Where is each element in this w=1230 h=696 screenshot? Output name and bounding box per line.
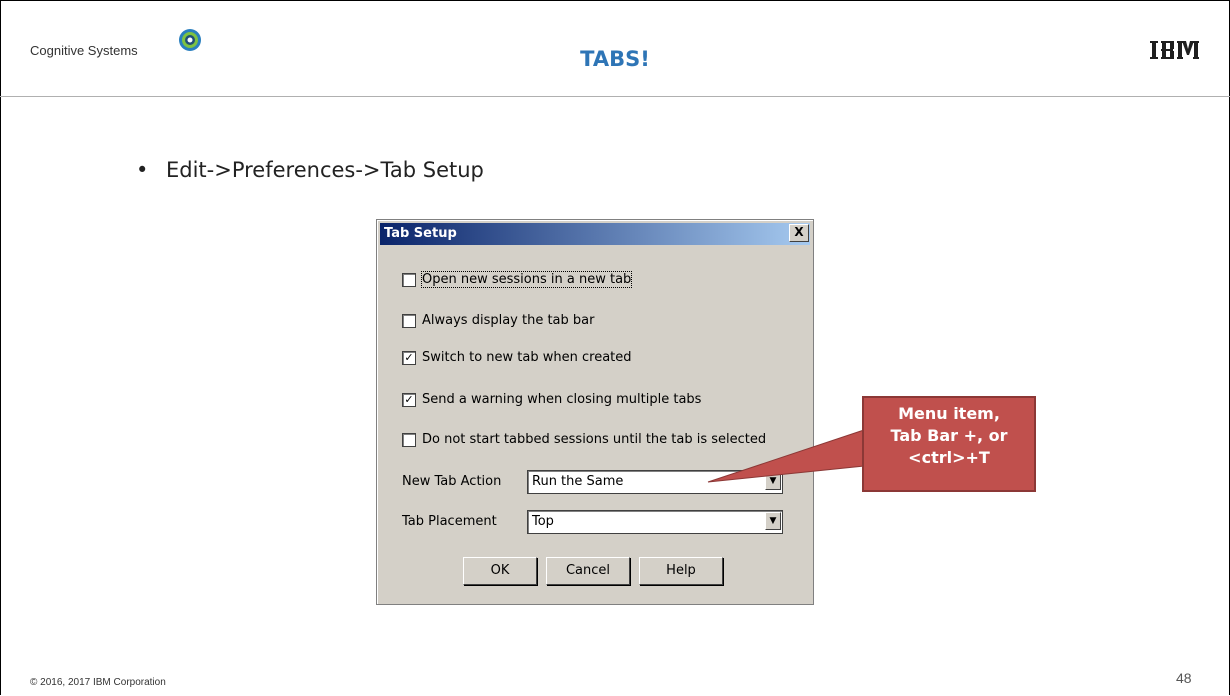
copyright: © 2016, 2017 IBM Corporation (30, 677, 166, 688)
page-title: TABS! (580, 47, 650, 71)
checkmark-icon: ✓ (404, 393, 414, 406)
dialog-title: Tab Setup (384, 226, 457, 241)
bullet-dot: • (136, 158, 149, 182)
close-icon: X (794, 225, 804, 239)
tab-placement-select[interactable]: Top ▼ (527, 510, 783, 534)
callout-box: Menu item, Tab Bar +, or <ctrl>+T (862, 396, 1036, 492)
checkbox-box[interactable] (402, 433, 416, 447)
callout-line-1: Menu item, (898, 404, 1000, 423)
checkbox-box[interactable] (402, 314, 416, 328)
callout-line-3: <ctrl>+T (908, 448, 990, 467)
cancel-button[interactable]: Cancel (546, 557, 630, 585)
checkbox-label: Send a warning when closing multiple tab… (422, 392, 702, 407)
chevron-down-icon[interactable]: ▼ (765, 512, 781, 530)
checkbox-label: Open new sessions in a new tab (420, 271, 633, 288)
checkbox-box[interactable]: ✓ (402, 351, 416, 365)
callout-pointer (707, 429, 865, 483)
page-number: 48 (1176, 670, 1192, 686)
select-value: Top (532, 514, 554, 529)
bullet-text: Edit->Preferences->Tab Setup (166, 158, 484, 182)
ibm-logo-icon (1150, 41, 1199, 59)
ok-button[interactable]: OK (463, 557, 537, 585)
checkbox-box[interactable] (402, 273, 416, 287)
tab-setup-dialog: Tab Setup X Open new sessions in a new t… (376, 219, 814, 605)
close-button[interactable]: X (789, 224, 809, 242)
select-value: Run the Same (532, 474, 624, 489)
new-tab-action-label: New Tab Action (402, 474, 502, 489)
header-divider (0, 96, 1230, 97)
callout-line-2: Tab Bar +, or (890, 426, 1008, 445)
tab-placement-label: Tab Placement (402, 514, 497, 529)
checkbox-label: Always display the tab bar (422, 313, 595, 328)
checkbox-label: Switch to new tab when created (422, 350, 632, 365)
help-button[interactable]: Help (639, 557, 723, 585)
checkmark-icon: ✓ (404, 351, 414, 364)
dialog-titlebar: Tab Setup (380, 223, 810, 245)
checkbox-box[interactable]: ✓ (402, 393, 416, 407)
